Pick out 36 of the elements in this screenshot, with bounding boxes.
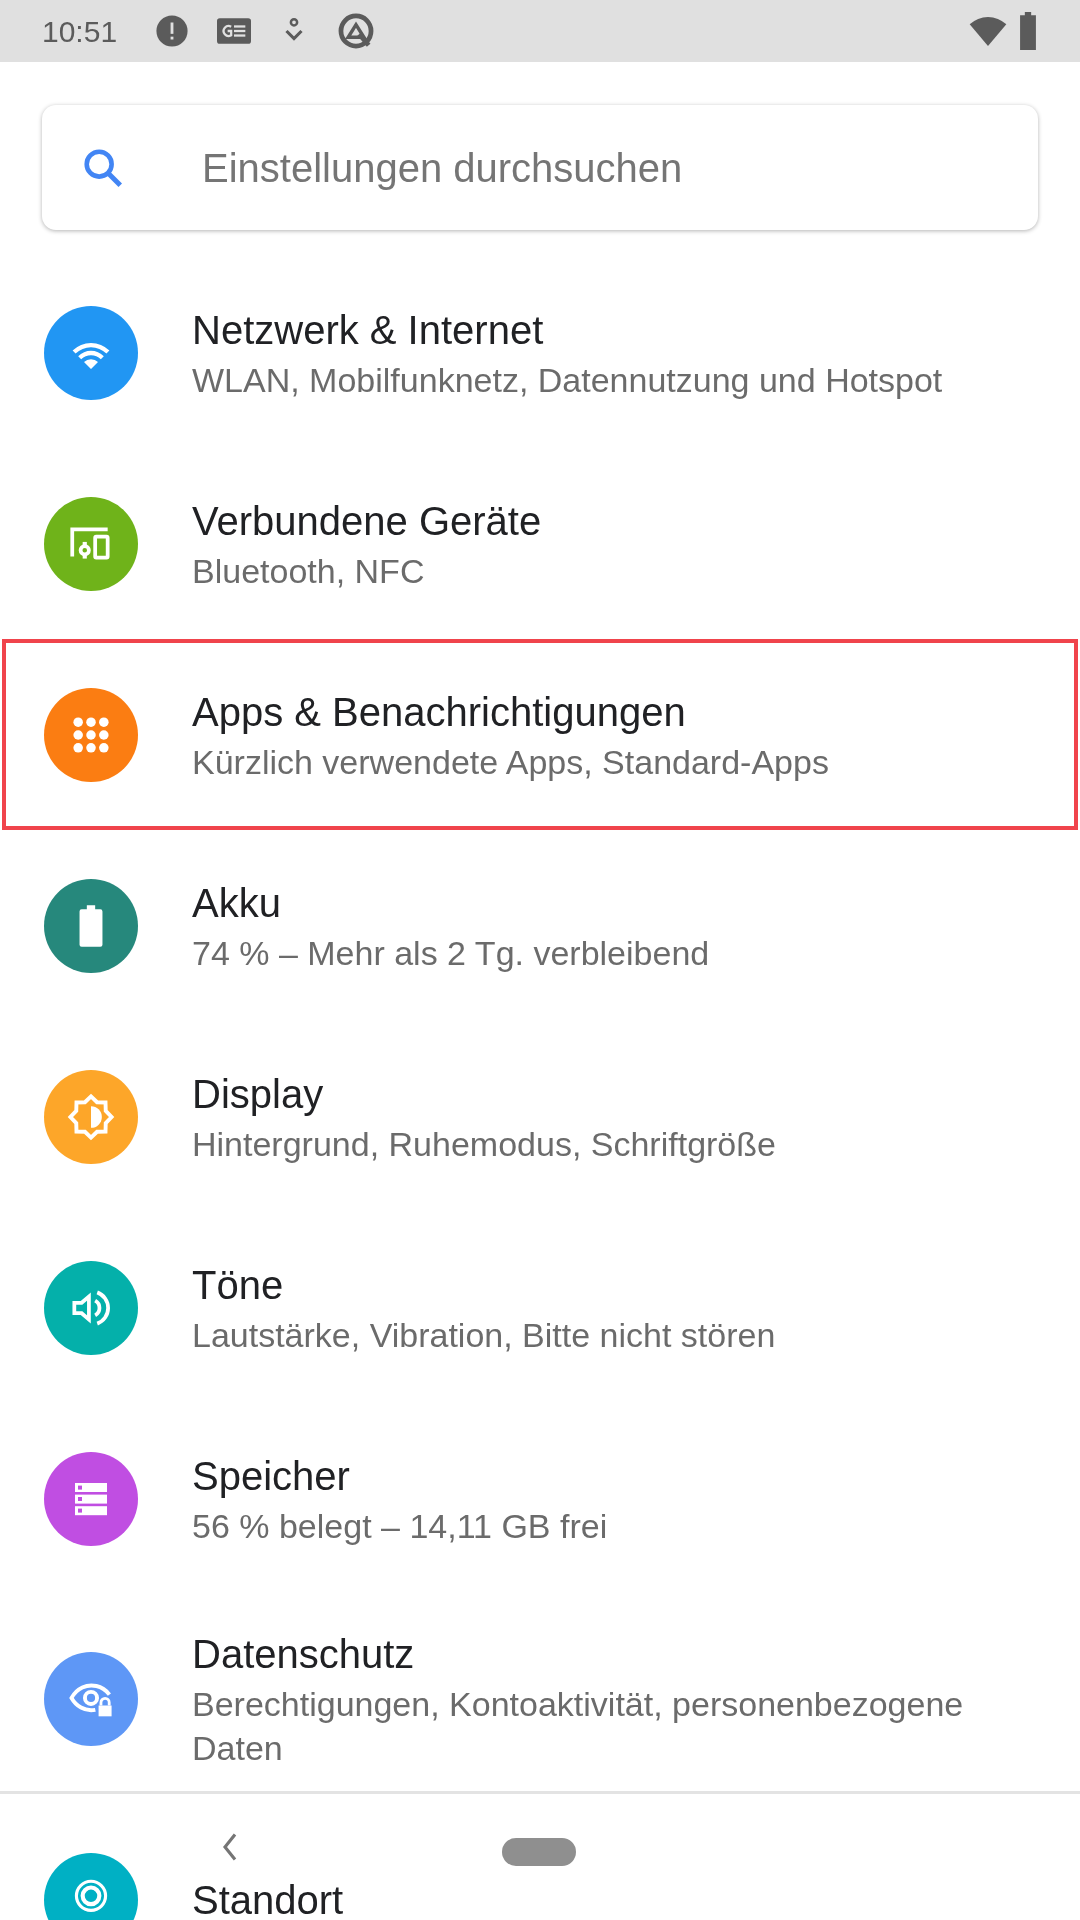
news-icon <box>217 18 252 44</box>
item-subtitle: 74 % – Mehr als 2 Tg. verbleibend <box>192 932 711 974</box>
settings-item[interactable]: Speicher 56 % belegt – 14,11 GB frei <box>0 1403 1080 1594</box>
search-field[interactable]: Einstellungen durchsuchen <box>42 105 1038 230</box>
item-title: Töne <box>192 1261 285 1309</box>
settings-item[interactable]: Display Hintergrund, Ruhemodus, Schriftgröße <box>0 1021 1080 1212</box>
settings-item[interactable]: Akku 74 % – Mehr als 2 Tg. verbleibend <box>0 830 1080 1021</box>
item-title: Datenschutz <box>192 1631 416 1678</box>
battery-status-icon <box>1018 12 1038 50</box>
settings-item[interactable]: Netzwerk & Internet WLAN, Mobilfunknetz, Datennutzung und Hotspot <box>0 257 1080 448</box>
alert-icon <box>155 14 190 48</box>
item-title: Apps & Benachrichtigungen <box>192 688 687 736</box>
item-subtitle: Lautstärke, Vibration, Bitte nicht stören <box>192 1314 777 1356</box>
item-title: Verbundene Geräte <box>192 497 543 545</box>
item-subtitle: Bluetooth, NFC <box>192 550 426 592</box>
settings-item[interactable]: Apps & Benachrichtigungen Kürzlich verwendete Apps, Standard-Apps <box>2 639 1078 830</box>
home-handle[interactable] <box>502 1838 576 1866</box>
item-subtitle: WLAN, Mobilfunknetz, Datennutzung und Hotspot <box>192 359 944 401</box>
item-title: Standort <box>192 1876 345 1920</box>
status-time: 10:51 <box>42 13 118 50</box>
wifi-signal-icon <box>968 14 1008 48</box>
settings-item[interactable]: Verbundene Geräte Bluetooth, NFC <box>0 448 1080 639</box>
item-title: Akku <box>192 879 282 927</box>
item-subtitle: Berechtigungen, Kontoaktivität, personenbezogene Daten <box>192 1684 965 1769</box>
settings-item[interactable]: Töne Lautstärke, Vibration, Bitte nicht stören <box>0 1212 1080 1403</box>
search-input[interactable]: Einstellungen durchsuchen <box>202 137 1000 198</box>
item-title: Speicher <box>192 1452 351 1500</box>
circle-q-icon <box>337 12 376 50</box>
item-subtitle: 56 % belegt – 14,11 GB frei <box>192 1505 609 1547</box>
item-subtitle: Kürzlich verwendete Apps, Standard-Apps <box>192 741 830 783</box>
settings-item[interactable]: Datenschutz Berechtigungen, Kontoaktivität, personenbezogene Daten <box>0 1594 1080 1804</box>
back-icon[interactable] <box>222 1832 238 1862</box>
item-subtitle: Hintergrund, Ruhemodus, Schriftgröße <box>192 1123 777 1165</box>
item-title: Display <box>192 1070 325 1118</box>
settings-item[interactable]: Standort <box>0 1804 1080 1920</box>
item-title: Netzwerk & Internet <box>192 306 545 354</box>
